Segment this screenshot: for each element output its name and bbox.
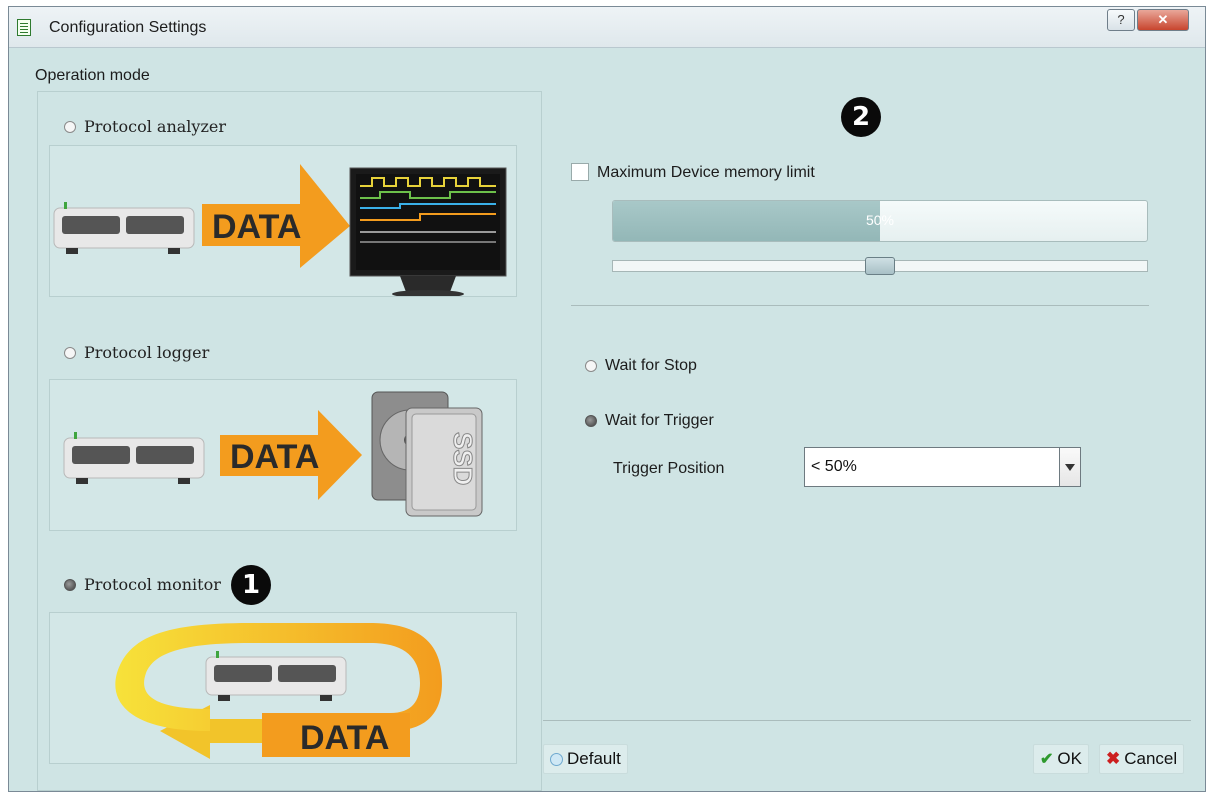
protocol-analyzer-radio[interactable]	[64, 120, 76, 133]
progress-text: 50%	[865, 212, 895, 228]
annotation-badge-2: 2	[841, 97, 881, 137]
title-bar: Configuration Settings ? ✕	[9, 7, 1205, 48]
memory-slider-thumb[interactable]	[865, 257, 895, 275]
device-icon	[205, 651, 347, 701]
wait-for-stop-label: Wait for Stop	[605, 357, 697, 374]
protocol-monitor-illustration: DATA	[49, 612, 517, 764]
protocol-logger-radio[interactable]	[64, 346, 76, 359]
protocol-logger-illustration: DATA SSD	[49, 379, 517, 531]
protocol-monitor-option[interactable]: Protocol monitor	[64, 575, 221, 594]
default-button[interactable]: Default	[543, 744, 628, 774]
wait-for-trigger-label: Wait for Trigger	[605, 412, 714, 429]
default-button-label: Default	[567, 749, 621, 768]
close-button[interactable]: ✕	[1137, 9, 1189, 31]
protocol-monitor-label: Protocol monitor	[84, 575, 221, 594]
ok-button-label: OK	[1057, 749, 1082, 768]
data-label: DATA	[230, 438, 319, 476]
document-icon	[17, 19, 31, 36]
data-label: DATA	[212, 208, 301, 246]
trigger-position-label: Trigger Position	[613, 460, 725, 477]
wait-for-trigger-option[interactable]: Wait for Trigger	[585, 412, 714, 430]
trigger-position-select[interactable]: < 50%	[804, 447, 1081, 487]
configuration-settings-window: Configuration Settings ? ✕ Operation mod…	[8, 6, 1206, 792]
ok-button[interactable]: ✔ OK	[1033, 744, 1089, 774]
checkmark-icon: ✔	[1040, 751, 1054, 768]
protocol-logger-option[interactable]: Protocol logger	[64, 343, 209, 362]
close-icon: ✖	[1106, 749, 1121, 768]
wait-for-stop-option[interactable]: Wait for Stop	[585, 357, 697, 375]
annotation-badge-1: 1	[231, 565, 271, 605]
protocol-monitor-radio[interactable]	[64, 578, 76, 591]
protocol-logger-label: Protocol logger	[84, 343, 210, 362]
wait-for-stop-radio[interactable]	[585, 360, 597, 372]
section-divider	[571, 305, 1149, 306]
protocol-analyzer-option[interactable]: Protocol analyzer	[64, 117, 226, 136]
default-icon	[550, 752, 563, 766]
ssd-icon: SSD	[405, 407, 483, 517]
memory-progress-bar: 50%	[612, 200, 1148, 242]
data-label: DATA	[300, 719, 389, 757]
help-button[interactable]: ?	[1107, 9, 1135, 31]
trigger-position-value: < 50%	[811, 458, 857, 475]
protocol-analyzer-illustration: DATA	[49, 145, 517, 297]
operation-mode-label: Operation mode	[35, 67, 150, 84]
cancel-button[interactable]: ✖ Cancel	[1099, 744, 1185, 774]
window-title: Configuration Settings	[49, 19, 207, 36]
memory-limit-checkbox[interactable]	[571, 163, 589, 181]
protocol-analyzer-label: Protocol analyzer	[84, 117, 226, 136]
memory-limit-label: Maximum Device memory limit	[597, 164, 815, 181]
device-icon	[53, 202, 195, 254]
footer-divider	[543, 720, 1191, 721]
cancel-button-label: Cancel	[1124, 749, 1178, 768]
chevron-down-icon[interactable]	[1059, 448, 1080, 486]
device-icon	[63, 432, 205, 484]
monitor-icon	[349, 167, 507, 296]
wait-for-trigger-radio[interactable]	[585, 415, 597, 427]
svg-text:SSD: SSD	[448, 432, 478, 485]
